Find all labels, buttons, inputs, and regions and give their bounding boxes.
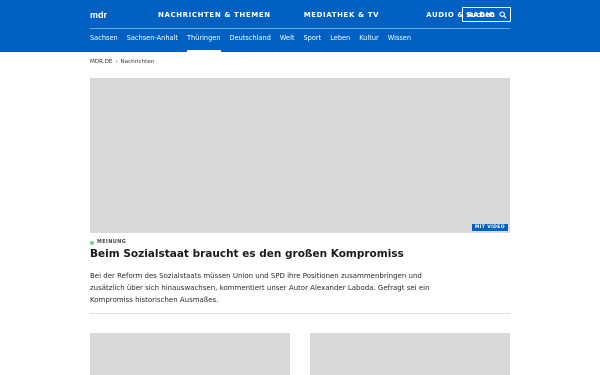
article-kicker: MEINUNG (90, 240, 126, 245)
breadcrumb-current[interactable]: Nachrichten (120, 59, 154, 65)
video-badge: MIT VIDEO (471, 224, 508, 231)
svg-text:mdr: mdr (90, 10, 108, 20)
search-icon (499, 11, 507, 19)
status-dot-icon (90, 240, 94, 245)
header-divider (90, 28, 510, 29)
search-button[interactable]: Suchen (462, 7, 511, 22)
sub-nav-thueringen[interactable]: Thüringen (186, 34, 221, 52)
region-navigation: Sachsen Sachsen-Anhalt Thüringen Deutsch… (90, 34, 420, 52)
hero-video-placeholder[interactable]: MIT VIDEO (90, 78, 510, 233)
kicker-label: MEINUNG (97, 240, 127, 245)
sub-nav-leben[interactable]: Leben (330, 34, 350, 52)
sub-nav-sachsen[interactable]: Sachsen (90, 34, 118, 52)
breadcrumb: MDR.DE › Nachrichten (90, 59, 154, 65)
teaser-card-image[interactable] (90, 333, 290, 375)
article-teaser: Bei der Reform des Sozialstaats müssen U… (90, 272, 430, 304)
sub-nav-sport[interactable]: Sport (304, 34, 322, 52)
sub-nav-sachsen-anhalt[interactable]: Sachsen-Anhalt (127, 34, 178, 52)
breadcrumb-home[interactable]: MDR.DE (90, 59, 112, 65)
site-header: mdr NACHRICHTEN & THEMEN MEDIATHEK & TV … (0, 0, 600, 52)
main-nav-mediathek[interactable]: MEDIATHEK & TV (304, 11, 379, 19)
sub-nav-wissen[interactable]: Wissen (388, 34, 411, 52)
teaser-card-image[interactable] (310, 333, 510, 375)
chevron-right-icon: › (115, 59, 118, 65)
search-label: Suchen (466, 10, 495, 19)
article-headline[interactable]: Beim Sozialstaat braucht es den großen K… (90, 248, 510, 260)
sub-nav-deutschland[interactable]: Deutschland (230, 34, 271, 52)
sub-nav-welt[interactable]: Welt (280, 34, 295, 52)
main-nav-news[interactable]: NACHRICHTEN & THEMEN (158, 11, 271, 19)
sub-nav-kultur[interactable]: Kultur (359, 34, 378, 52)
section-divider (90, 313, 510, 314)
mdr-logo[interactable]: mdr (90, 8, 110, 22)
mdr-logo-mark: mdr (90, 10, 108, 20)
